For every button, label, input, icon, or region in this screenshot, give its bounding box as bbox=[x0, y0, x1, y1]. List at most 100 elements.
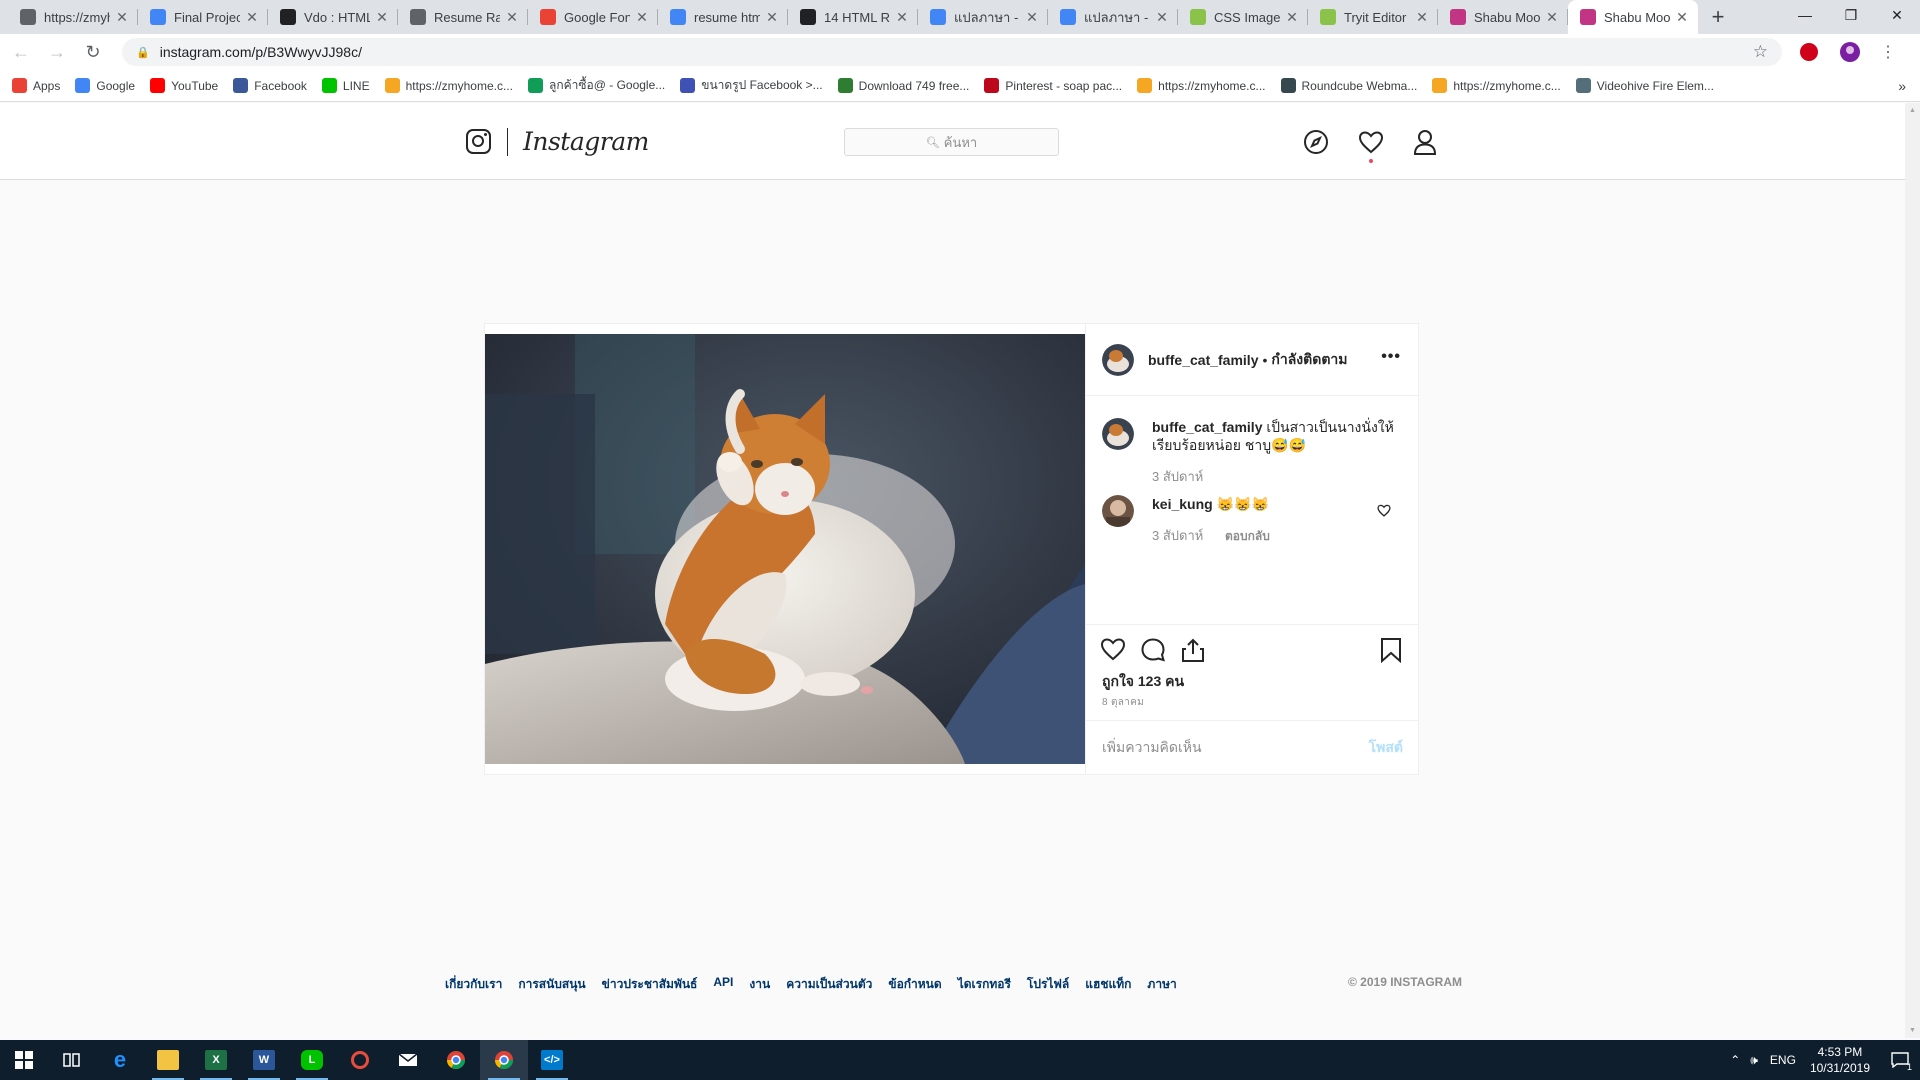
footer-link[interactable]: ภาษา bbox=[1147, 975, 1176, 994]
volume-icon[interactable]: 🕪 bbox=[1750, 1053, 1758, 1068]
save-bookmark-icon[interactable] bbox=[1380, 637, 1408, 665]
language-indicator[interactable]: ENG bbox=[1770, 1053, 1796, 1067]
browser-menu-icon[interactable]: ⋮ bbox=[1880, 42, 1896, 62]
bookmarks-overflow-button[interactable]: » bbox=[1898, 78, 1906, 94]
browser-tab[interactable]: Shabu Mook ✕ bbox=[1568, 0, 1698, 34]
chrome-active-icon[interactable] bbox=[480, 1040, 528, 1080]
bookmark-item[interactable]: https://zmyhome.c... bbox=[1137, 78, 1266, 93]
browser-tab[interactable]: แปลภาษา - G✕ bbox=[918, 0, 1048, 34]
caption-username[interactable]: buffe_cat_family bbox=[1152, 419, 1262, 435]
likes-count[interactable]: ถูกใจ 123 คน bbox=[1102, 671, 1184, 693]
back-button[interactable]: ← bbox=[6, 37, 36, 67]
bookmark-item[interactable]: Facebook bbox=[233, 78, 307, 93]
bookmark-item[interactable]: https://zmyhome.c... bbox=[1432, 78, 1561, 93]
tab-close-icon[interactable]: ✕ bbox=[244, 9, 260, 26]
browser-tab[interactable]: https://zmyh ✕ bbox=[8, 0, 138, 34]
app-icon[interactable] bbox=[336, 1040, 384, 1080]
post-photo-cat[interactable] bbox=[485, 334, 1085, 764]
share-icon[interactable] bbox=[1180, 637, 1208, 665]
explore-compass-icon[interactable] bbox=[1302, 128, 1330, 156]
browser-tab[interactable]: Tryit Editor v ✕ bbox=[1308, 0, 1438, 34]
bookmark-item[interactable]: ลูกค้าซื้อ@ - Google... bbox=[527, 76, 665, 95]
browser-tab[interactable]: Google Fonts✕ bbox=[528, 0, 658, 34]
footer-link[interactable]: API bbox=[713, 975, 733, 994]
tab-close-icon[interactable]: ✕ bbox=[114, 9, 130, 26]
edge-browser-icon[interactable]: e bbox=[96, 1040, 144, 1080]
tab-close-icon[interactable]: ✕ bbox=[374, 9, 390, 26]
tab-close-icon[interactable]: ✕ bbox=[894, 9, 910, 26]
instagram-camera-icon[interactable] bbox=[466, 129, 491, 154]
more-options-icon[interactable]: ••• bbox=[1381, 348, 1401, 366]
tab-close-icon[interactable]: ✕ bbox=[764, 9, 780, 26]
caption-avatar[interactable] bbox=[1102, 418, 1134, 450]
excel-icon[interactable]: X bbox=[192, 1040, 240, 1080]
footer-link[interactable]: ไดเรกทอรี bbox=[958, 975, 1011, 994]
tab-close-icon[interactable]: ✕ bbox=[1544, 9, 1560, 26]
reload-button[interactable]: ↻ bbox=[78, 37, 108, 67]
forward-button[interactable]: → bbox=[42, 37, 72, 67]
bookmark-item[interactable]: https://zmyhome.c... bbox=[384, 78, 513, 93]
add-comment-input[interactable]: เพิ่มความคิดเห็น bbox=[1102, 737, 1202, 759]
bookmark-item[interactable]: LINE bbox=[321, 78, 370, 93]
browser-tab[interactable]: Shabu Mook ✕ bbox=[1438, 0, 1568, 34]
url-field[interactable]: 🔒 instagram.com/p/B3WwyvJJ98c/ ☆ bbox=[122, 38, 1782, 66]
bookmark-item[interactable]: YouTube bbox=[150, 78, 218, 93]
extension-icon[interactable] bbox=[1800, 43, 1818, 61]
bookmark-item[interactable]: Pinterest - soap pac... bbox=[984, 78, 1122, 93]
notification-center-icon[interactable]: 1 bbox=[1880, 1040, 1920, 1080]
mail-icon[interactable] bbox=[384, 1040, 432, 1080]
scroll-up-arrow-icon[interactable]: ▲ bbox=[1905, 103, 1920, 118]
tab-close-icon[interactable]: ✕ bbox=[1414, 9, 1430, 26]
browser-tab[interactable]: Final Project ✕ bbox=[138, 0, 268, 34]
reply-button[interactable]: ตอบกลับ bbox=[1225, 529, 1270, 543]
tab-close-icon[interactable]: ✕ bbox=[1154, 9, 1170, 26]
instagram-wordmark[interactable]: Instagram bbox=[523, 127, 649, 156]
tab-close-icon[interactable]: ✕ bbox=[1674, 9, 1690, 26]
minimize-button[interactable]: — bbox=[1782, 0, 1828, 30]
browser-tab[interactable]: แปลภาษา - G✕ bbox=[1048, 0, 1178, 34]
line-app-icon[interactable]: L bbox=[288, 1040, 336, 1080]
browser-tab[interactable]: CSS Image G✕ bbox=[1178, 0, 1308, 34]
file-explorer-icon[interactable] bbox=[144, 1040, 192, 1080]
word-icon[interactable]: W bbox=[240, 1040, 288, 1080]
new-tab-button[interactable]: + bbox=[1702, 0, 1734, 34]
activity-heart-icon[interactable] bbox=[1357, 128, 1385, 156]
tab-close-icon[interactable]: ✕ bbox=[504, 9, 520, 26]
page-scrollbar[interactable]: ▲ ▼ bbox=[1905, 103, 1920, 1038]
clock[interactable]: 4:53 PM 10/31/2019 bbox=[1810, 1044, 1870, 1076]
post-date[interactable]: 8 ตุลาคม bbox=[1102, 695, 1144, 710]
bookmark-item[interactable]: ขนาดรูป Facebook >... bbox=[680, 76, 823, 95]
browser-tab[interactable]: 14 HTML Re ✕ bbox=[788, 0, 918, 34]
tab-close-icon[interactable]: ✕ bbox=[634, 9, 650, 26]
profile-avatar[interactable] bbox=[1840, 42, 1860, 62]
footer-link[interactable]: การสนับสนุน bbox=[518, 975, 585, 994]
bookmark-item[interactable]: Roundcube Webma... bbox=[1280, 78, 1417, 93]
comment-bubble-icon[interactable] bbox=[1140, 637, 1168, 665]
like-heart-icon[interactable] bbox=[1100, 637, 1128, 665]
post-comment-button[interactable]: โพสต์ bbox=[1369, 737, 1403, 759]
author-username[interactable]: buffe_cat_family bbox=[1148, 352, 1258, 368]
browser-tab[interactable]: Resume Ratin✕ bbox=[398, 0, 528, 34]
footer-link[interactable]: แฮชแท็ก bbox=[1085, 975, 1131, 994]
search-input[interactable]: 🔍︎ ค้นหา bbox=[844, 128, 1059, 156]
comment-like-heart-icon[interactable] bbox=[1377, 504, 1391, 518]
bookmark-item[interactable]: Apps bbox=[12, 78, 60, 93]
tab-close-icon[interactable]: ✕ bbox=[1284, 9, 1300, 26]
bookmark-item[interactable]: Videohive Fire Elem... bbox=[1575, 78, 1714, 93]
browser-tab[interactable]: Vdo : HTML ✕ bbox=[268, 0, 398, 34]
footer-link[interactable]: ข้อกำหนด bbox=[888, 975, 941, 994]
browser-tab[interactable]: resume html ✕ bbox=[658, 0, 788, 34]
vscode-icon[interactable]: </> bbox=[528, 1040, 576, 1080]
profile-icon[interactable] bbox=[1411, 128, 1439, 156]
footer-link[interactable]: ข่าวประชาสัมพันธ์ bbox=[602, 975, 698, 994]
scroll-down-arrow-icon[interactable]: ▼ bbox=[1905, 1023, 1920, 1038]
commenter-username[interactable]: kei_kung bbox=[1152, 496, 1213, 512]
footer-link[interactable]: เกี่ยวกับเรา bbox=[445, 975, 502, 994]
start-windows-icon[interactable] bbox=[0, 1040, 48, 1080]
footer-link[interactable]: งาน bbox=[749, 975, 770, 994]
footer-link[interactable]: โปรไฟล์ bbox=[1027, 975, 1069, 994]
comment-time[interactable]: 3 สัปดาห์ bbox=[1152, 528, 1203, 543]
chrome-icon[interactable] bbox=[432, 1040, 480, 1080]
following-status[interactable]: กำลังติดตาม bbox=[1271, 349, 1347, 371]
close-window-button[interactable]: ✕ bbox=[1874, 0, 1920, 30]
